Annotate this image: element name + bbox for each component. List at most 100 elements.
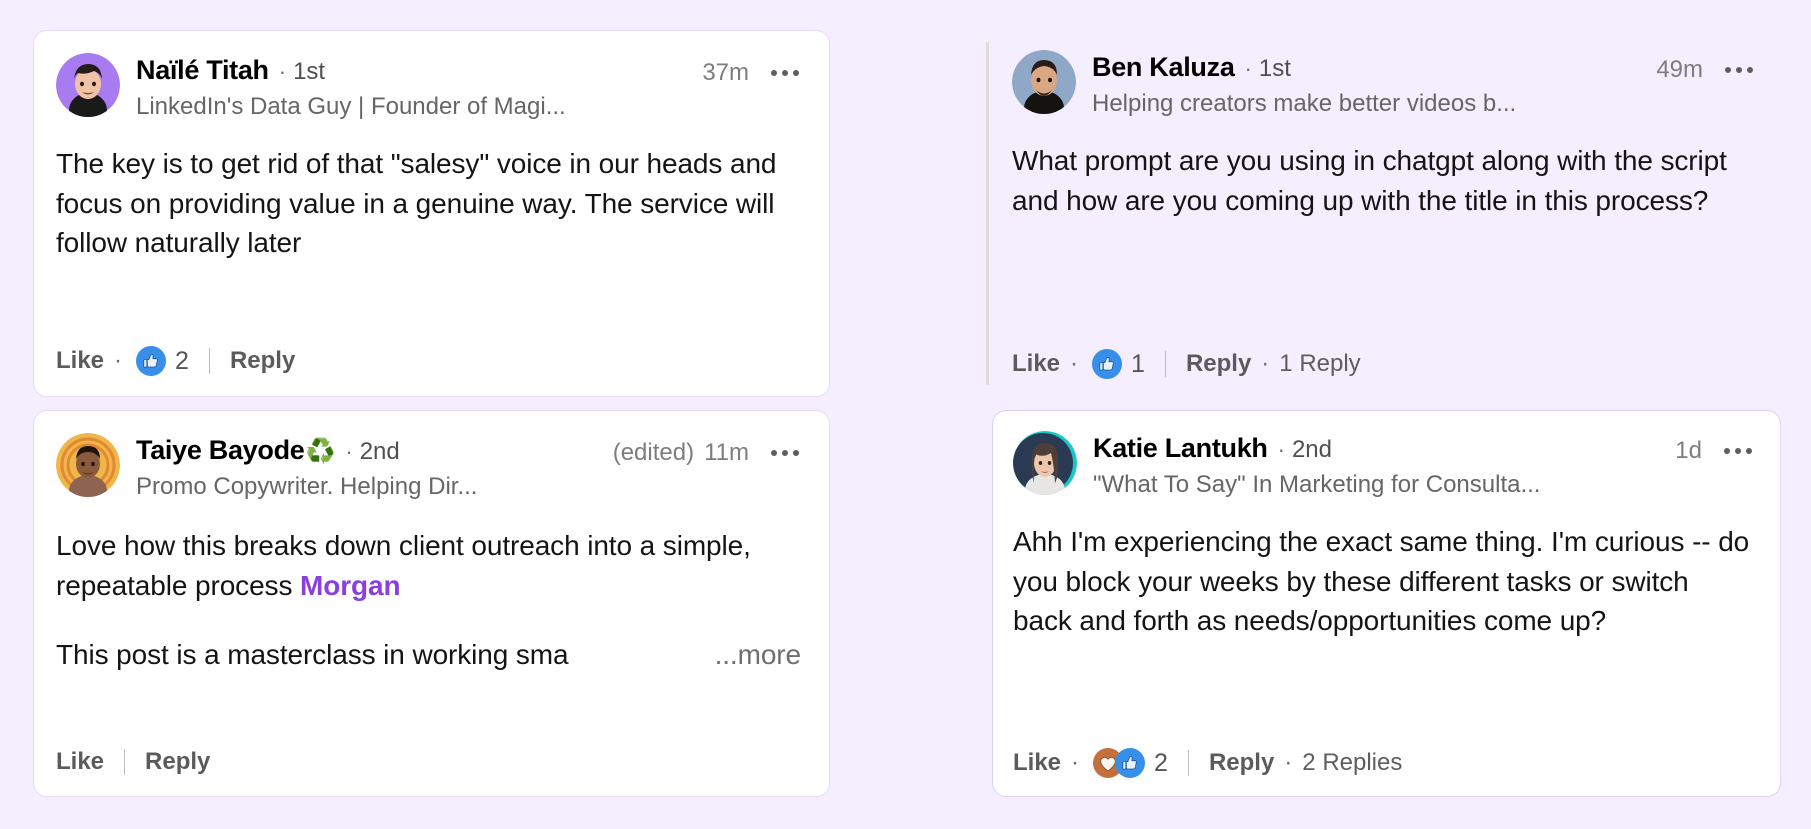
reactions-group[interactable] xyxy=(1092,349,1123,379)
comment-paragraph-2-text: This post is a masterclass in working sm… xyxy=(56,639,569,671)
threaded-comment-wrapper: Ben Kaluza · 1st Helping creators make b… xyxy=(940,30,1781,397)
author-nameline: Naïlé Titah · 1st xyxy=(136,55,686,87)
comment-cell-bottom-left: Taiye Bayode ♻️ · 2nd Promo Copywriter. … xyxy=(0,404,940,829)
comment-actions: Like · 1 Reply · 1 Reply xyxy=(1012,323,1755,379)
like-button[interactable]: Like xyxy=(1013,749,1061,777)
comment-card-taiye-bayode[interactable]: Taiye Bayode ♻️ · 2nd Promo Copywriter. … xyxy=(33,410,830,797)
comments-grid: Naïlé Titah · 1st LinkedIn's Data Guy | … xyxy=(0,0,1811,829)
author-name[interactable]: Naïlé Titah xyxy=(136,55,269,87)
comment-meta: (edited) 11m xyxy=(613,433,801,467)
like-reaction-icon xyxy=(136,346,167,376)
more-options-icon[interactable] xyxy=(1723,63,1755,77)
comment-paragraph: Ahh I'm experiencing the exact same thin… xyxy=(1013,525,1750,637)
author-info: Naïlé Titah · 1st LinkedIn's Data Guy | … xyxy=(136,53,686,122)
comment-actions: Like Reply xyxy=(56,722,801,776)
action-divider xyxy=(208,348,210,374)
comment-card-katie-lantukh[interactable]: Katie Lantukh · 2nd "What To Say" In Mar… xyxy=(992,410,1781,797)
recycle-badge-icon: ♻️ xyxy=(305,438,336,465)
like-button[interactable]: Like xyxy=(56,748,104,776)
comment-meta: 1d xyxy=(1675,431,1754,465)
author-headline: Promo Copywriter. Helping Dir... xyxy=(136,472,478,500)
comment-text: Love how this breaks down client outreac… xyxy=(56,526,801,675)
name-separator-dot: · xyxy=(1244,56,1252,81)
action-separator-dot: · xyxy=(1071,749,1080,776)
reply-button[interactable]: Reply xyxy=(1209,749,1274,777)
author-headline: LinkedIn's Data Guy | Founder of Magi... xyxy=(136,92,566,120)
comment-meta: 37m xyxy=(702,53,801,87)
author-info: Katie Lantukh · 2nd "What To Say" In Mar… xyxy=(1093,431,1659,500)
action-divider xyxy=(1164,351,1166,377)
name-separator-dot: · xyxy=(1277,437,1285,462)
reply-count[interactable]: 1 Reply xyxy=(1279,350,1360,378)
reply-button[interactable]: Reply xyxy=(145,748,210,776)
comment-text: The key is to get rid of that "salesy" v… xyxy=(56,144,801,263)
author-nameline: Taiye Bayode ♻️ · 2nd xyxy=(136,435,597,467)
threaded-comment-wrapper: Katie Lantukh · 2nd "What To Say" In Mar… xyxy=(940,410,1781,797)
reactions-group[interactable] xyxy=(1093,748,1146,778)
like-reaction-icon xyxy=(1092,349,1123,379)
reply-button[interactable]: Reply xyxy=(1186,350,1251,378)
connection-degree: 2nd xyxy=(359,438,400,465)
comment-cell-bottom-right: Katie Lantukh · 2nd "What To Say" In Mar… xyxy=(940,404,1811,829)
comment-text: Ahh I'm experiencing the exact same thin… xyxy=(1013,522,1754,641)
connection-degree: 2nd xyxy=(1291,436,1332,463)
author-nameline: Ben Kaluza · 1st xyxy=(1092,52,1640,84)
edited-label: (edited) xyxy=(612,439,695,466)
author-info: Taiye Bayode ♻️ · 2nd Promo Copywriter. … xyxy=(136,433,597,502)
comment-text: What prompt are you using in chatgpt alo… xyxy=(1012,141,1755,221)
comment-cell-top-left: Naïlé Titah · 1st LinkedIn's Data Guy | … xyxy=(0,0,940,404)
author-name[interactable]: Ben Kaluza xyxy=(1092,52,1235,84)
more-options-icon[interactable] xyxy=(769,446,801,460)
thread-rail-line xyxy=(986,42,989,385)
author-info: Ben Kaluza · 1st Helping creators make b… xyxy=(1092,50,1640,119)
comment-header: Katie Lantukh · 2nd "What To Say" In Mar… xyxy=(1013,431,1754,500)
comment-paragraph-2: This post is a masterclass in working sm… xyxy=(56,635,801,675)
action-divider xyxy=(1187,750,1189,776)
katie-lantukh-avatar[interactable] xyxy=(1013,431,1077,495)
ben-kaluza-avatar[interactable] xyxy=(1012,50,1076,114)
like-button[interactable]: Like xyxy=(56,347,104,375)
comment-header: Taiye Bayode ♻️ · 2nd Promo Copywriter. … xyxy=(56,433,801,502)
reaction-count: 1 xyxy=(1131,349,1145,378)
author-name[interactable]: Taiye Bayode xyxy=(136,435,305,467)
like-reaction-icon xyxy=(1115,748,1146,778)
comment-paragraph-1-text: Love how this breaks down client outreac… xyxy=(56,529,751,601)
comment-actions: Like · 2 Reply xyxy=(56,320,801,376)
connection-degree: 1st xyxy=(293,58,326,85)
naile-titah-avatar[interactable] xyxy=(56,53,120,117)
comment-header: Ben Kaluza · 1st Helping creators make b… xyxy=(1012,50,1755,119)
action-divider xyxy=(124,749,126,775)
more-options-icon[interactable] xyxy=(1722,444,1754,458)
comment-paragraph: The key is to get rid of that "salesy" v… xyxy=(56,147,777,259)
see-more-link[interactable]: ...more xyxy=(715,635,802,675)
reply-button[interactable]: Reply xyxy=(230,347,295,375)
like-button[interactable]: Like xyxy=(1012,350,1060,378)
reply-separator-dot: · xyxy=(1284,749,1293,776)
name-separator-dot: · xyxy=(278,59,287,84)
reactions-group[interactable] xyxy=(136,346,167,376)
author-nameline: Katie Lantukh · 2nd xyxy=(1093,433,1659,465)
comment-actions: Like · 2 Reply · 2 Replies xyxy=(1013,722,1754,778)
comment-mention[interactable]: Morgan xyxy=(300,570,401,601)
comment-cell-top-right: Ben Kaluza · 1st Helping creators make b… xyxy=(940,0,1811,404)
taiye-bayode-avatar[interactable] xyxy=(56,433,120,497)
author-headline: "What To Say" In Marketing for Consulta.… xyxy=(1093,470,1541,498)
reply-separator-dot: · xyxy=(1261,350,1270,377)
name-separator-dot: · xyxy=(345,439,353,464)
comment-paragraph: What prompt are you using in chatgpt alo… xyxy=(1012,144,1727,216)
action-separator-dot: · xyxy=(114,347,123,374)
thread-rail-column xyxy=(940,30,992,397)
comment-timestamp: 1d xyxy=(1675,437,1702,464)
author-headline: Helping creators make better videos b... xyxy=(1092,89,1517,117)
more-options-icon[interactable] xyxy=(769,66,801,80)
comment-card-ben-kaluza[interactable]: Ben Kaluza · 1st Helping creators make b… xyxy=(992,30,1781,397)
comment-timestamp: 11m xyxy=(704,439,749,466)
linkedin-comments-panel: Naïlé Titah · 1st LinkedIn's Data Guy | … xyxy=(0,0,1811,829)
author-name[interactable]: Katie Lantukh xyxy=(1093,433,1268,465)
comment-card-naile-titah[interactable]: Naïlé Titah · 1st LinkedIn's Data Guy | … xyxy=(33,30,830,397)
comment-timestamp: 49m xyxy=(1656,56,1703,83)
action-separator-dot: · xyxy=(1070,350,1079,377)
reply-count[interactable]: 2 Replies xyxy=(1302,749,1402,777)
connection-degree: 1st xyxy=(1258,55,1291,82)
comment-paragraph-1: Love how this breaks down client outreac… xyxy=(56,526,801,606)
